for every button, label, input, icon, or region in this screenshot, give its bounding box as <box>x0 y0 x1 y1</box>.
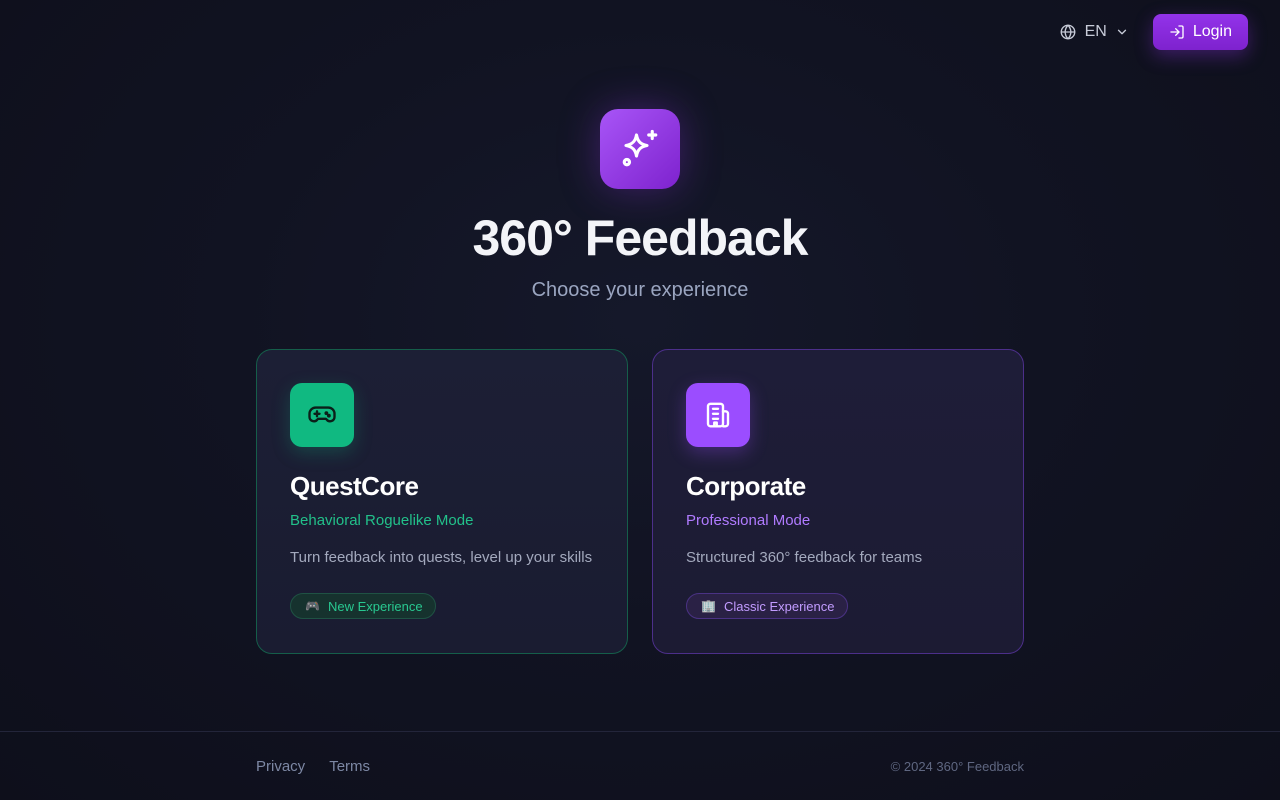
language-label: EN <box>1084 23 1107 40</box>
badge-label: New Experience <box>327 598 423 614</box>
page-title: 360° Feedback <box>472 210 809 266</box>
badge-label: Classic Experience <box>723 598 835 614</box>
terms-link[interactable]: Terms <box>329 758 370 775</box>
gamepad-icon <box>290 383 354 447</box>
chevron-down-icon <box>1117 29 1126 35</box>
globe-icon <box>1060 24 1076 40</box>
building-emoji-icon: 🏢 <box>701 599 716 613</box>
card-description: Structured 360° feedback for teams <box>686 549 923 566</box>
sparkles-icon <box>600 109 680 189</box>
footer: Privacy Terms © 2024 360° Feedback <box>0 731 1280 800</box>
card-mode: Behavioral Roguelike Mode <box>290 512 474 529</box>
copyright: © 2024 360° Feedback <box>890 759 1024 774</box>
footer-links: Privacy Terms <box>256 758 370 775</box>
card-badge: 🏢 Classic Experience <box>686 593 848 619</box>
login-label: Login <box>1192 23 1232 40</box>
card-description: Turn feedback into quests, level up your… <box>290 549 593 566</box>
building-icon <box>686 383 750 447</box>
topbar: EN Login <box>1051 14 1248 50</box>
experience-cards: QuestCore Behavioral Roguelike Mode Turn… <box>256 349 1024 654</box>
corporate-card[interactable]: Corporate Professional Mode Structured 3… <box>652 349 1024 654</box>
card-title: Corporate <box>686 471 806 501</box>
privacy-link[interactable]: Privacy <box>256 758 305 775</box>
card-title: QuestCore <box>290 471 419 501</box>
login-button[interactable]: Login <box>1152 14 1248 50</box>
page-subtitle: Choose your experience <box>531 279 749 301</box>
card-badge: 🎮 New Experience <box>290 593 436 619</box>
hero: 360° Feedback Choose your experience <box>0 109 1280 302</box>
gamepad-emoji-icon: 🎮 <box>305 599 320 613</box>
language-selector[interactable]: EN <box>1051 17 1137 47</box>
questcore-card[interactable]: QuestCore Behavioral Roguelike Mode Turn… <box>256 349 628 654</box>
login-icon <box>1170 25 1184 39</box>
card-mode: Professional Mode <box>686 512 811 529</box>
